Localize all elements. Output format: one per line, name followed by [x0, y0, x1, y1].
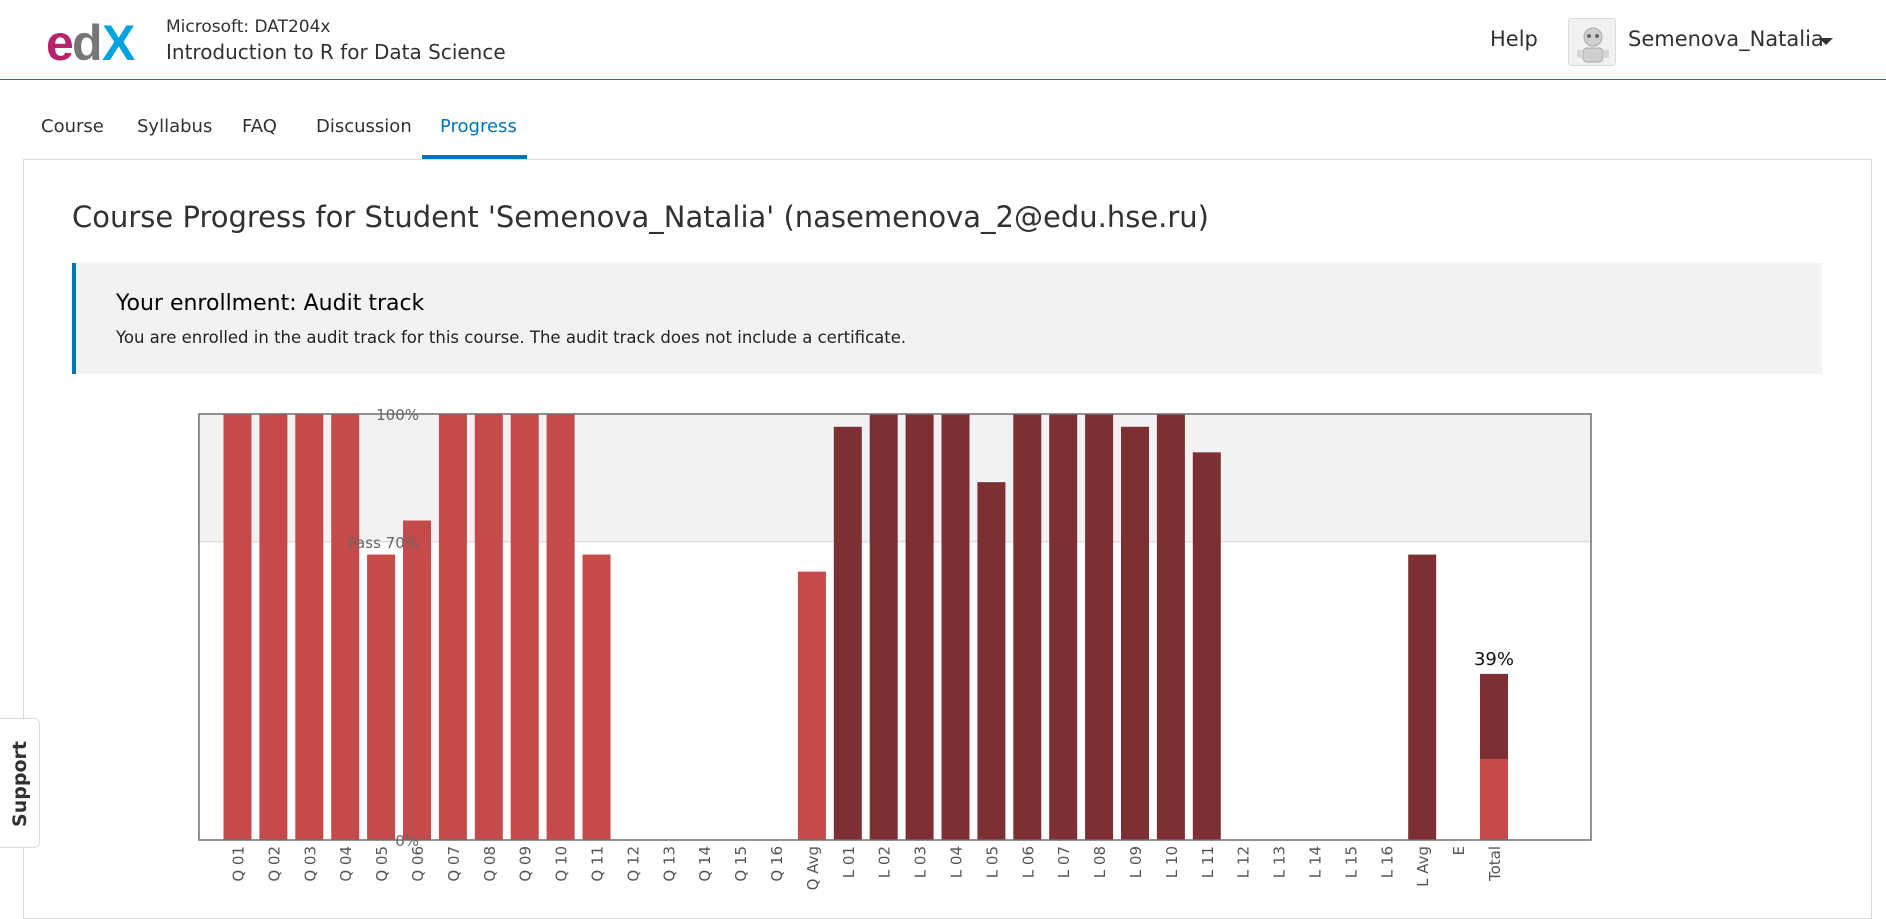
x-tick-label: L 09 — [1127, 846, 1145, 878]
bar-l-06-lab — [1013, 414, 1042, 840]
x-tick-label: L Avg — [1414, 846, 1432, 887]
bar-q-11-quiz — [582, 554, 611, 840]
bar-total-quiz — [1480, 759, 1508, 840]
bar-l-05-lab — [977, 482, 1006, 840]
x-tick-label: Q 13 — [660, 846, 678, 882]
support-button[interactable]: Support — [0, 718, 40, 848]
bar-q-05-quiz — [367, 554, 396, 840]
bar-l-07-lab — [1049, 414, 1078, 840]
x-tick-label: Total — [1486, 846, 1504, 882]
x-tick-label: Q 16 — [768, 846, 786, 882]
bar-q-02-quiz — [259, 414, 288, 840]
x-tick-label: Q 03 — [301, 846, 319, 882]
bar-q-07-quiz — [438, 414, 467, 840]
bar-l-04-lab — [941, 414, 970, 840]
bar-l-03-lab — [905, 414, 934, 840]
x-tick-label: Q 07 — [445, 846, 463, 882]
bar-total-lab — [1480, 673, 1508, 760]
x-tick-label: Q 02 — [265, 846, 283, 882]
total-label: 39% — [1474, 649, 1514, 670]
bar-l-02-lab — [869, 414, 898, 840]
x-tick-label: L 13 — [1271, 846, 1289, 878]
x-tick-label: L 11 — [1199, 846, 1217, 878]
bar-l-10-lab — [1156, 414, 1185, 840]
x-tick-label: Q 08 — [481, 846, 499, 882]
bar-l-avg-lab — [1408, 554, 1437, 840]
x-tick-label: L 15 — [1342, 846, 1360, 878]
bar-q-03-quiz — [295, 414, 324, 840]
bar-q-09-quiz — [510, 414, 539, 840]
x-tick-label: L 05 — [983, 846, 1001, 878]
x-tick-label: Q 15 — [732, 846, 750, 882]
bar-l-01-lab — [833, 426, 862, 840]
grade-chart: Q 01 Q 02 Q 03 Q 04 Q 05 Q 06 Q 07 Q 08 Q 09 Q 10… — [198, 406, 1592, 890]
x-tick-label: L 01 — [840, 846, 858, 878]
bar-q-avg-quiz — [797, 571, 826, 840]
x-tick-label: Q Avg — [804, 846, 822, 890]
bar-q-10-quiz — [546, 414, 575, 840]
x-tick-label: Q 04 — [337, 846, 355, 882]
x-tick-label: L 02 — [876, 846, 894, 878]
bar-q-01-quiz — [223, 414, 252, 840]
y-tick-label: 100% — [376, 406, 419, 424]
bar-l-08-lab — [1085, 414, 1114, 840]
x-tick-label: Q 01 — [230, 846, 248, 882]
support-label: Support — [9, 741, 31, 827]
bar-q-08-quiz — [474, 414, 503, 840]
x-tick-label: L 16 — [1378, 846, 1396, 878]
x-tick-label: L 07 — [1055, 846, 1073, 878]
x-tick-label: L 12 — [1235, 846, 1253, 878]
x-tick-label: Q 11 — [589, 846, 607, 882]
x-tick-label: Q 10 — [553, 846, 571, 882]
x-tick-label: L 10 — [1163, 846, 1181, 878]
x-tick-label: L 04 — [948, 846, 966, 878]
bar-q-06-quiz — [403, 520, 431, 840]
x-tick-label: Q 14 — [696, 846, 714, 882]
x-tick-label: Q 06 — [409, 846, 427, 882]
x-tick-label: L 06 — [1019, 846, 1037, 878]
x-tick-label: Q 05 — [373, 846, 391, 882]
x-tick-label: E — [1450, 846, 1468, 855]
y-tick-label: Pass 70% — [348, 534, 419, 552]
x-tick-label: Q 12 — [624, 846, 642, 882]
bar-q-04-quiz — [331, 414, 360, 840]
bar-l-09-lab — [1121, 426, 1149, 840]
x-tick-label: L 14 — [1307, 846, 1325, 878]
x-tick-label: Q 09 — [517, 846, 535, 882]
x-tick-label: L 08 — [1091, 846, 1109, 878]
y-tick-label: 0% — [395, 832, 419, 850]
x-tick-label: L 03 — [912, 846, 930, 878]
bar-l-11-lab — [1192, 452, 1221, 840]
